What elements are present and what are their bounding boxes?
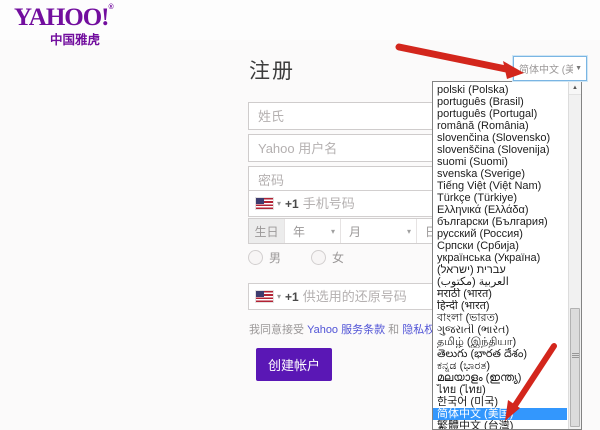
create-account-button[interactable]: 创建帐户	[256, 348, 332, 381]
last-name-input[interactable]	[248, 102, 445, 130]
language-options-container: polski (Polska)português (Brasil)portugu…	[433, 84, 567, 430]
language-selector[interactable]: 简体中文 (美国) ▼	[513, 56, 587, 81]
language-option[interactable]: 简体中文 (美国)	[433, 408, 567, 420]
language-option[interactable]: ไทย (ไทย)	[433, 384, 567, 396]
language-option[interactable]: मराठी (भारत)	[433, 288, 567, 300]
scrollbar-thumb[interactable]	[570, 308, 580, 427]
language-option[interactable]: română (România)	[433, 120, 567, 132]
language-option[interactable]: עברית (ישראל)	[433, 264, 567, 276]
language-option[interactable]: português (Brasil)	[433, 96, 567, 108]
year-caret-icon: ▾	[331, 227, 335, 236]
scroll-up-icon[interactable]: ▲	[569, 82, 581, 95]
terms-of-service-link[interactable]: Yahoo 服务条款	[307, 324, 385, 336]
language-option[interactable]: polski (Polska)	[433, 84, 567, 96]
birthday-field: 生日 年 ▾ 月 ▾ 日	[248, 218, 445, 244]
language-option[interactable]: 繁體中文 (台灣)	[433, 420, 567, 430]
language-option[interactable]: മലയാളം (ഇന്ത്യ)	[433, 372, 567, 384]
country-caret-icon[interactable]: ▾	[277, 292, 281, 301]
language-option[interactable]: português (Portugal)	[433, 108, 567, 120]
birth-month-value: 月	[349, 223, 361, 240]
birth-year-select[interactable]: 年 ▾	[284, 219, 340, 243]
country-code-label: +1	[285, 197, 299, 211]
us-flag-icon[interactable]	[256, 291, 273, 302]
male-radio-icon[interactable]	[248, 250, 263, 265]
birth-month-select[interactable]: 月 ▾	[340, 219, 416, 243]
annotation-arrow-top	[399, 47, 524, 79]
language-option[interactable]: русский (Россия)	[433, 228, 567, 240]
language-option[interactable]: தமிழ் (இந்தியா)	[433, 336, 567, 348]
birth-year-value: 年	[293, 223, 305, 240]
scrollbar-grip-icon	[572, 353, 579, 358]
username-input[interactable]	[248, 134, 445, 162]
country-caret-icon[interactable]: ▾	[277, 199, 281, 208]
registered-mark-icon: ®	[108, 4, 113, 11]
month-caret-icon: ▾	[407, 227, 411, 236]
language-option[interactable]: Ελληνικά (Ελλάδα)	[433, 204, 567, 216]
language-option[interactable]: ಕನ್ನಡ (ಭಾರತ)	[433, 360, 567, 372]
language-option[interactable]: svenska (Sverige)	[433, 168, 567, 180]
birthday-label: 生日	[249, 219, 284, 243]
language-option[interactable]: ગુજરાતી (ભારત)	[433, 324, 567, 336]
female-label: 女	[332, 249, 344, 266]
female-radio-icon[interactable]	[311, 250, 326, 265]
gender-male-option[interactable]: 男	[248, 249, 281, 266]
agreement-prefix: 我同意接受	[249, 324, 307, 336]
language-option[interactable]: slovenščina (Slovenija)	[433, 144, 567, 156]
us-flag-icon[interactable]	[256, 198, 273, 209]
yahoo-logo[interactable]: YAHOO!® 中国雅虎	[14, 4, 114, 48]
yahoo-wordmark: YAHOO!	[14, 4, 108, 31]
gender-female-option[interactable]: 女	[311, 249, 344, 266]
language-option[interactable]: বাংলা (ভারত)	[433, 312, 567, 324]
language-option[interactable]: slovenčina (Slovensko)	[433, 132, 567, 144]
language-option[interactable]: Српски (Србија)	[433, 240, 567, 252]
agreement-conjunction: 和	[385, 324, 402, 336]
language-option[interactable]: हिन्दी (भारत)	[433, 300, 567, 312]
language-option[interactable]: 한국어 (미국)	[433, 396, 567, 408]
language-option[interactable]: Türkçe (Türkiye)	[433, 192, 567, 204]
page-title: 注册	[249, 55, 295, 85]
language-option[interactable]: suomi (Suomi)	[433, 156, 567, 168]
language-option[interactable]: български (България)	[433, 216, 567, 228]
chevron-down-icon: ▼	[575, 65, 582, 72]
language-selector-value: 简体中文 (美国)	[519, 61, 573, 76]
language-option[interactable]: తెలుగు (భారత దేశం)	[433, 348, 567, 360]
gender-field: 男 女	[248, 249, 344, 266]
language-option[interactable]: العربية (مكتوب)	[433, 276, 567, 288]
phone-field: ▾ +1	[248, 190, 445, 217]
language-option[interactable]: українська (Україна)	[433, 252, 567, 264]
language-dropdown-list: polski (Polska)português (Brasil)portugu…	[432, 81, 582, 430]
male-label: 男	[269, 249, 281, 266]
dropdown-scrollbar[interactable]: ▲	[568, 82, 581, 429]
country-code-label: +1	[285, 290, 299, 304]
recovery-phone-input[interactable]	[303, 289, 437, 304]
language-option[interactable]: Tiếng Việt (Việt Nam)	[433, 180, 567, 192]
recovery-phone-field: ▾ +1	[248, 283, 445, 310]
phone-number-input[interactable]	[303, 196, 437, 211]
